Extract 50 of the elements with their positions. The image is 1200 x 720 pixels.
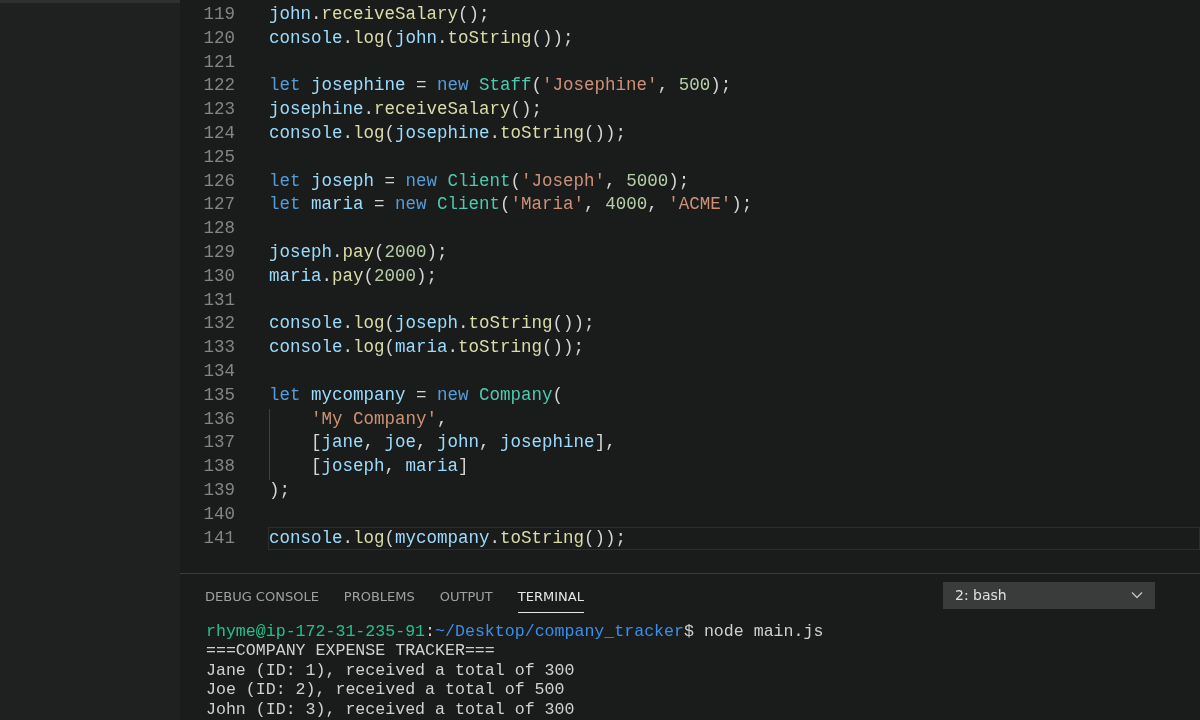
code-line: console.log(josephine.toString()); [268, 122, 628, 145]
line-number: 138 [202, 455, 235, 479]
line-number: 135 [202, 383, 235, 407]
code-line: console.log(joseph.toString()); [268, 312, 596, 336]
chevron-down-icon [1131, 591, 1143, 599]
panel-tab[interactable]: OUTPUT [439, 576, 493, 614]
terminal-line: John (ID: 3), received a total of 300 [206, 699, 576, 720]
line-number: 132 [202, 312, 235, 336]
code-line: let maria = new Client('Maria', 4000, 'ACME'); [268, 193, 754, 217]
code-line: console.log(maria.toString()); [268, 336, 586, 360]
terminal-line: Joe (ID: 2), received a total of 500 [206, 680, 566, 700]
line-number: 128 [202, 217, 235, 241]
line-number: 121 [202, 50, 235, 74]
terminal-dropdown[interactable]: 2: bash [943, 581, 1155, 609]
code-line: [joseph, maria] [268, 455, 1200, 479]
line-number: 141 [202, 526, 235, 550]
line-number: 140 [202, 502, 235, 526]
panel-tab[interactable]: TERMINAL [517, 576, 584, 614]
code-line: console.log(john.toString()); [268, 26, 575, 50]
code-line: ); [268, 478, 291, 502]
code-line: let joseph = new Client('Joseph', 5000); [268, 169, 691, 193]
code-line: let mycompany = new Company( [268, 383, 565, 407]
line-number: 134 [202, 359, 235, 383]
line-number: 129 [202, 240, 235, 264]
code-line: [jane, joe, john, josephine], [268, 431, 1200, 456]
code-line: josephine.receiveSalary(); [268, 98, 544, 122]
terminal-line: rhyme@ip-172-31-235-91:~/Desktop/company_tracker$ node main.js [206, 622, 825, 642]
line-number: 122 [202, 74, 235, 98]
terminal-line: Jane (ID: 1), received a total of 300 [206, 660, 576, 681]
line-number: 119 [202, 3, 235, 26]
line-number: 120 [202, 26, 235, 50]
panel-tab[interactable]: PROBLEMS [343, 576, 415, 614]
line-number: 126 [202, 169, 235, 193]
line-number: 123 [202, 98, 235, 122]
code-line: let josephine = new Staff('Josephine', 500); [268, 74, 733, 98]
line-number: 137 [202, 431, 235, 455]
code-line: joseph.pay(2000); [268, 240, 449, 264]
line-number: 133 [202, 336, 235, 360]
line-number: 125 [202, 145, 235, 169]
line-number: 127 [202, 193, 235, 217]
line-number: 124 [202, 122, 235, 145]
panel-tab[interactable]: DEBUG CONSOLE [205, 576, 319, 614]
line-number: 139 [202, 478, 235, 502]
code-line: maria.pay(2000); [268, 264, 439, 288]
line-number: 130 [202, 264, 235, 288]
code-line: john.receiveSalary(); [268, 3, 491, 26]
terminal-line: ===COMPANY EXPENSE TRACKER=== [206, 641, 496, 661]
code-line: 'My Company', [268, 407, 1200, 432]
line-number: 136 [202, 407, 235, 431]
line-number: 131 [202, 288, 235, 312]
